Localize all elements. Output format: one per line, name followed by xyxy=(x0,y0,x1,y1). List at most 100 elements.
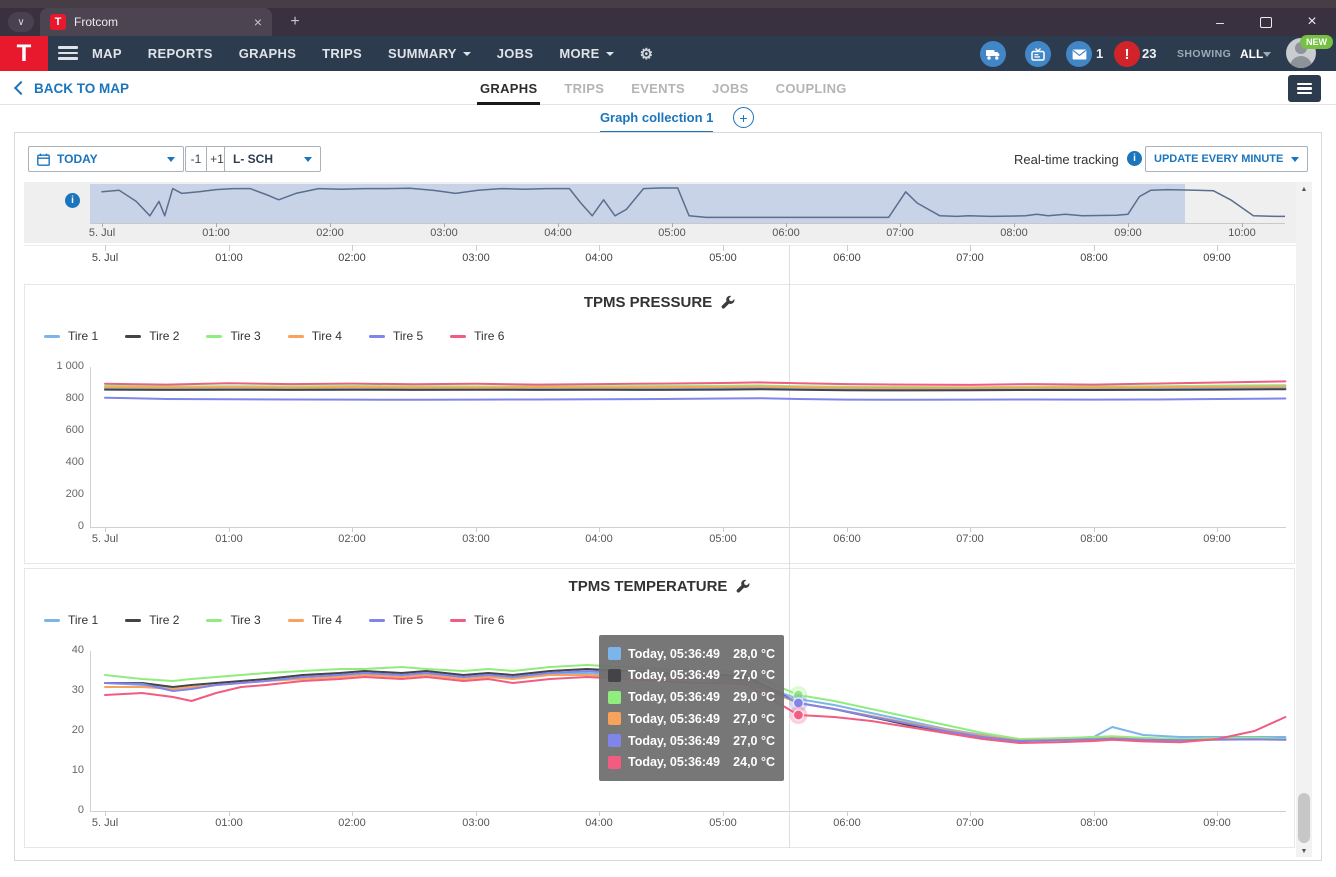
pressure-plot[interactable] xyxy=(90,367,1287,527)
x-axis-label: 06:00 xyxy=(833,252,861,264)
tooltip-swatch xyxy=(608,668,621,682)
tooltip-row: Today, 05:36:49 27,0 °C xyxy=(608,708,775,729)
x-axis-label: 04:00 xyxy=(544,227,572,239)
legend-label: Tire 4 xyxy=(311,613,342,627)
axis-tick xyxy=(723,811,724,816)
temperature-legend: Tire 1 Tire 2 Tire 3 Tire 4 Tire 5 Tire 6 xyxy=(44,613,504,627)
wrench-settings-icon[interactable] xyxy=(720,295,735,310)
x-axis-label: 5. Jul xyxy=(91,817,119,829)
legend-swatch xyxy=(287,334,304,338)
x-axis-label: 04:00 xyxy=(585,533,613,545)
x-axis-label: 02:00 xyxy=(338,252,366,264)
tooltip-row: Today, 05:36:49 28,0 °C xyxy=(608,643,775,664)
axis-tick xyxy=(970,527,971,532)
tooltip-value: 27,0 °C xyxy=(733,711,775,726)
wrench-settings-icon[interactable] xyxy=(735,579,750,594)
legend-item-tire-6[interactable]: Tire 6 xyxy=(450,329,504,343)
tooltip-row: Today, 05:36:49 29,0 °C xyxy=(608,687,775,708)
axis-tick xyxy=(229,245,230,251)
legend-item-tire-6[interactable]: Tire 6 xyxy=(450,613,504,627)
axis-tick xyxy=(229,527,230,532)
axis-tick xyxy=(599,245,600,251)
legend-item-tire-2[interactable]: Tire 2 xyxy=(125,329,179,343)
x-axis-label: 5. Jul xyxy=(91,252,119,264)
temperature-chart-title-row: TPMS TEMPERATURE xyxy=(24,578,1295,595)
axis-tick xyxy=(229,811,230,816)
x-axis-label: 01:00 xyxy=(215,252,243,264)
overview-chart[interactable] xyxy=(90,184,1285,223)
legend-swatch xyxy=(44,334,60,338)
x-axis-label: 08:00 xyxy=(1080,533,1108,545)
y-axis-label: 20 xyxy=(71,724,84,736)
tooltip-swatch xyxy=(608,647,621,660)
x-axis-label: 09:00 xyxy=(1203,252,1231,264)
tooltip-row: Today, 05:36:49 27,0 °C xyxy=(608,730,775,751)
x-axis-label: 5. Jul xyxy=(88,227,116,239)
axis-tick xyxy=(847,527,848,532)
legend-item-tire-5[interactable]: Tire 5 xyxy=(368,329,423,343)
x-axis-label: 04:00 xyxy=(585,252,613,264)
legend-label: Tire 3 xyxy=(230,329,261,343)
y-axis-label: 400 xyxy=(65,456,84,468)
series-line xyxy=(104,388,1287,392)
tooltip-time: Today, 05:36:49 xyxy=(628,711,720,726)
x-axis-label: 10:00 xyxy=(1228,227,1256,239)
x-axis-label: 05:00 xyxy=(658,227,686,239)
legend-item-tire-3[interactable]: Tire 3 xyxy=(206,613,261,627)
tooltip-swatch xyxy=(608,755,621,769)
tooltip-row: Today, 05:36:49 27,0 °C xyxy=(608,665,775,686)
x-axis-label: 08:00 xyxy=(1080,817,1108,829)
axis-tick xyxy=(105,527,106,532)
axis-tick xyxy=(1094,811,1095,816)
legend-item-tire-4[interactable]: Tire 4 xyxy=(287,613,342,627)
x-axis-label: 02:00 xyxy=(338,817,366,829)
x-axis-label: 08:00 xyxy=(1080,252,1108,264)
tooltip-time: Today, 05:36:49 xyxy=(628,733,720,748)
legend-label: Tire 6 xyxy=(474,329,505,343)
x-axis-label: 03:00 xyxy=(462,817,490,829)
x-axis-label: 09:00 xyxy=(1203,817,1231,829)
y-axis-label: 40 xyxy=(71,644,84,656)
x-axis-label: 04:00 xyxy=(585,817,613,829)
legend-item-tire-1[interactable]: Tire 1 xyxy=(44,613,98,627)
legend-swatch xyxy=(206,618,223,622)
tooltip-row: Today, 05:36:49 24,0 °C xyxy=(608,752,775,773)
axis-tick xyxy=(1094,527,1095,532)
axis-tick xyxy=(352,245,353,251)
y-axis-label: 0 xyxy=(77,520,84,532)
x-axis-label: 5. Jul xyxy=(91,533,119,545)
axis-tick xyxy=(105,811,106,816)
x-axis-label: 08:00 xyxy=(1000,227,1028,239)
axis-tick xyxy=(476,811,477,816)
axis-tick xyxy=(599,811,600,816)
legend-item-tire-4[interactable]: Tire 4 xyxy=(287,329,342,343)
legend-item-tire-2[interactable]: Tire 2 xyxy=(125,613,179,627)
y-axis-label: 600 xyxy=(65,424,84,436)
x-axis-label: 06:00 xyxy=(772,227,800,239)
x-axis-label: 01:00 xyxy=(215,533,243,545)
series-line xyxy=(104,385,1287,389)
legend-item-tire-1[interactable]: Tire 1 xyxy=(44,329,98,343)
x-axis-label: 05:00 xyxy=(709,817,737,829)
legend-item-tire-3[interactable]: Tire 3 xyxy=(206,329,261,343)
y-axis-label: 30 xyxy=(71,684,84,696)
tooltip-swatch xyxy=(608,712,621,726)
axis-tick xyxy=(1217,245,1218,251)
legend-swatch xyxy=(206,334,223,338)
legend-swatch xyxy=(125,334,142,338)
tooltip-time: Today, 05:36:49 xyxy=(628,755,720,770)
legend-item-tire-5[interactable]: Tire 5 xyxy=(368,613,423,627)
x-axis-label: 05:00 xyxy=(709,533,737,545)
x-axis-label: 07:00 xyxy=(886,227,914,239)
axis-tick xyxy=(352,811,353,816)
pressure-chart-title-row: TPMS PRESSURE xyxy=(24,294,1295,311)
axis-tick xyxy=(970,811,971,816)
legend-swatch xyxy=(368,334,385,338)
chart-tooltip: Today, 05:36:49 28,0 °C Today, 05:36:49 27,… xyxy=(599,635,784,781)
axis-tick xyxy=(352,527,353,532)
x-axis-label: 02:00 xyxy=(338,533,366,545)
tooltip-time: Today, 05:36:49 xyxy=(628,690,720,705)
x-axis-label: 09:00 xyxy=(1203,533,1231,545)
y-axis-label: 800 xyxy=(65,392,84,404)
y-axis-label: 0 xyxy=(77,804,84,816)
